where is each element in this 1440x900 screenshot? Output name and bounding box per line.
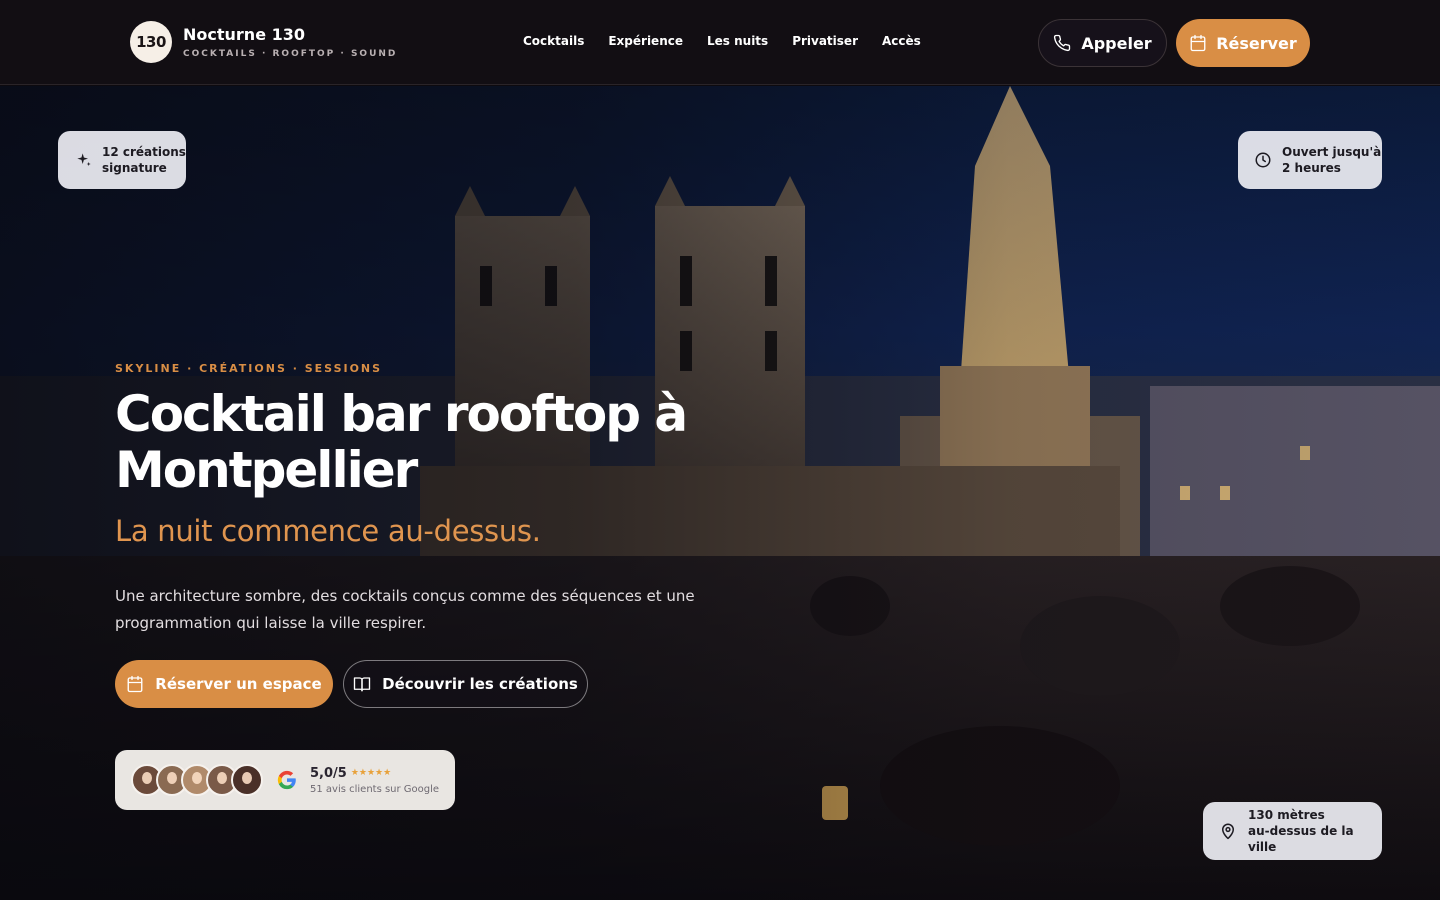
nav-link-privatiser[interactable]: Privatiser	[792, 34, 858, 48]
reserve-button-label: Réserver	[1216, 33, 1297, 53]
discover-creations-label: Découvrir les créations	[382, 675, 578, 693]
site-header: 130 Nocturne 130 COCKTAILS · ROOFTOP · S…	[0, 0, 1440, 85]
chip-creations-line2: signature	[102, 161, 167, 175]
hero-section: 12 créations signature Ouvert jusqu'à 2 …	[0, 86, 1440, 900]
calendar-icon	[127, 675, 143, 693]
hero-subtitle: La nuit commence au-dessus.	[115, 514, 541, 548]
call-button[interactable]: Appeler	[1038, 19, 1167, 67]
map-pin-icon	[1222, 823, 1234, 840]
hero-title: Cocktail bar rooftop à Montpellier	[115, 385, 688, 499]
nav-link-les-nuits[interactable]: Les nuits	[707, 34, 768, 48]
nav-link-cocktails[interactable]: Cocktails	[523, 34, 584, 48]
main-nav: Cocktails Expérience Les nuits Privatise…	[523, 34, 921, 48]
review-stars: ★★★★★	[350, 768, 392, 778]
review-count: 51 avis clients sur Google	[310, 783, 440, 795]
brand-logo: 130	[130, 21, 172, 63]
brand-text: Nocturne 130 COCKTAILS · ROOFTOP · SOUND	[183, 25, 397, 59]
nav-link-experience[interactable]: Expérience	[608, 34, 683, 48]
discover-creations-button[interactable]: Découvrir les créations	[343, 660, 588, 708]
clock-icon	[1255, 152, 1271, 168]
avatar	[231, 764, 263, 796]
calendar-icon	[1190, 34, 1206, 52]
reserve-button[interactable]: Réserver	[1176, 19, 1310, 67]
google-reviews-badge[interactable]: 5,0/5 ★★★★★ 51 avis clients sur Google	[115, 750, 455, 810]
chip-hours-line1: Ouvert jusqu'à	[1282, 145, 1382, 159]
review-score: 5,0/5	[310, 765, 347, 781]
reviewer-avatars	[131, 764, 263, 796]
call-button-label: Appeler	[1081, 33, 1152, 53]
brand-tagline: COCKTAILS · ROOFTOP · SOUND	[183, 49, 398, 59]
reserve-space-button[interactable]: Réserver un espace	[115, 660, 333, 708]
nav-link-acces[interactable]: Accès	[882, 34, 921, 48]
brand[interactable]: 130 Nocturne 130 COCKTAILS · ROOFTOP · S…	[130, 21, 397, 63]
chip-creations-line1: 12 créations	[102, 145, 186, 159]
hero-lead: Une architecture sombre, des cocktails c…	[115, 587, 695, 632]
book-icon	[353, 677, 371, 692]
phone-icon	[1054, 34, 1071, 52]
chip-hours-line2: 2 heures	[1282, 161, 1341, 175]
chip-height-line2: au-dessus de la ville	[1248, 824, 1354, 854]
chip-creations: 12 créations signature	[58, 131, 186, 189]
chip-altitude: 130 mètres au-dessus de la ville	[1203, 802, 1382, 860]
chip-height-line1: 130 mètres	[1248, 808, 1325, 822]
hero-kicker: SKYLINE · CRÉATIONS · SESSIONS	[115, 362, 383, 375]
chip-opening-hours: Ouvert jusqu'à 2 heures	[1238, 131, 1382, 189]
brand-name: Nocturne 130	[183, 25, 306, 44]
sparkle-icon	[77, 153, 91, 166]
reserve-space-label: Réserver un espace	[155, 675, 322, 693]
google-icon	[277, 770, 296, 790]
